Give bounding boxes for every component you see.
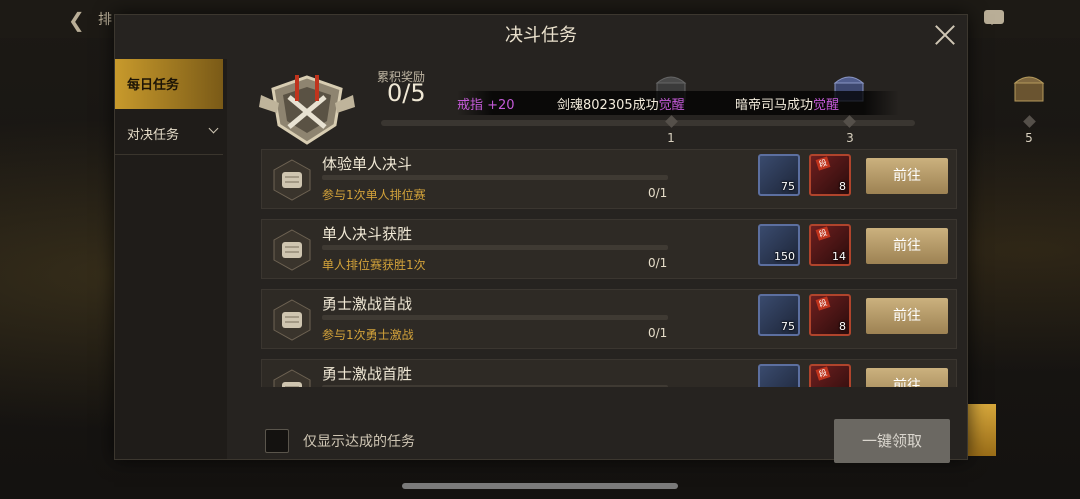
duel-emblem-icon <box>259 75 355 145</box>
achieved-only-checkbox[interactable] <box>265 429 289 453</box>
reward-crystal-icon[interactable]: 75 <box>758 154 800 196</box>
task-row: 体验单人决斗参与1次单人排位赛 0/1 75 段 8 前往 <box>261 149 957 209</box>
broadcast-text: 暗帝司马成功觉醒 <box>735 98 840 113</box>
tab-duel-label: 对决任务 <box>127 128 180 143</box>
broadcast-text: 剑魂802305成功觉醒 <box>557 98 685 113</box>
chevron-down-icon <box>208 123 219 134</box>
scroll-badge-icon <box>273 299 311 341</box>
task-name: 体验单人决斗 <box>322 155 413 173</box>
background-character-icon <box>88 396 116 436</box>
back-arrow-icon[interactable]: ❮ <box>68 8 85 32</box>
task-progress-bar <box>322 385 668 387</box>
scroll-badge-icon <box>273 159 311 201</box>
reward-crystal-icon[interactable]: 150 <box>758 224 800 266</box>
task-progress-bar <box>322 315 668 320</box>
task-progress-bar <box>322 175 668 180</box>
task-row: 勇士激战首战参与1次勇士激战 0/1 75 段 8 前往 <box>261 289 957 349</box>
reward-item-icon[interactable]: 段 <box>809 364 851 387</box>
reward-node-label: 3 <box>846 131 854 145</box>
reward-tag: 段 <box>815 296 831 311</box>
scroll-badge-icon <box>273 369 311 387</box>
task-progress-count: 0/1 <box>648 186 668 200</box>
go-button[interactable]: 前往 <box>866 368 948 387</box>
chest-icon[interactable] <box>1011 69 1047 105</box>
task-progress-bar <box>322 245 668 250</box>
reward-tag: 段 <box>815 156 831 171</box>
reward-item-icon[interactable]: 段8 <box>809 294 851 336</box>
task-description: 单人排位赛获胜1次 <box>322 258 426 272</box>
background-title: 排 <box>98 12 112 28</box>
task-description: 参与1次勇士激战 <box>322 328 414 342</box>
reward-item-icon[interactable]: 段8 <box>809 154 851 196</box>
task-name: 勇士激战首胜 <box>322 365 413 383</box>
dialog-title: 决斗任务 <box>505 25 577 46</box>
reward-tag: 段 <box>815 366 831 381</box>
reward-progress-track <box>381 120 915 126</box>
achieved-only-label: 仅显示达成的任务 <box>303 434 415 450</box>
reward-quantity: 8 <box>839 180 846 193</box>
system-broadcast-marquee: 戒指 +20 剑魂802305成功觉醒 暗帝司马成功觉醒 <box>457 91 899 115</box>
close-button[interactable] <box>933 23 957 47</box>
go-button[interactable]: 前往 <box>866 298 948 334</box>
scroll-badge-icon <box>273 229 311 271</box>
tab-duel-tasks[interactable]: 对决任务 <box>115 109 223 155</box>
home-indicator[interactable] <box>402 483 678 489</box>
reward-quantity: 14 <box>832 250 846 263</box>
task-description: 参与1次单人排位赛 <box>322 188 426 202</box>
reward-quantity: 8 <box>839 320 846 333</box>
go-button[interactable]: 前往 <box>866 158 948 194</box>
reward-node-label: 5 <box>1025 131 1033 145</box>
reward-item-icon[interactable]: 段 14 <box>809 224 851 266</box>
accumulated-reward-value: 0/5 <box>387 79 426 107</box>
go-button[interactable]: 前往 <box>866 228 948 264</box>
task-list[interactable]: 体验单人决斗 参与1次单人排位赛 0/1 75 段 8 前往 单人决斗获胜 单人排位赛获胜1次 0… <box>261 149 963 387</box>
tab-daily-tasks[interactable]: 每日任务 <box>115 59 223 109</box>
reward-quantity: 75 <box>781 180 795 193</box>
task-row: 勇士激战首胜 段 前往 <box>261 359 957 387</box>
claim-all-button[interactable]: 一键领取 <box>834 419 950 463</box>
task-progress-count: 0/1 <box>648 256 668 270</box>
task-row: 单人决斗获胜单人排位赛获胜1次 0/1 150 段 14 前往 <box>261 219 957 279</box>
task-name: 勇士激战首战 <box>322 295 413 313</box>
reward-quantity: 150 <box>774 250 795 263</box>
reward-node-label: 1 <box>667 131 675 145</box>
task-progress-count: 0/1 <box>648 326 668 340</box>
reward-quantity: 75 <box>781 320 795 333</box>
task-name: 单人决斗获胜 <box>322 225 413 243</box>
broadcast-text: 戒指 +20 <box>457 98 515 113</box>
reward-crystal-icon[interactable]: 75 <box>758 294 800 336</box>
reward-crystal-icon[interactable] <box>758 364 800 387</box>
reward-tag: 段 <box>815 226 831 241</box>
background-gold-panel <box>968 404 996 456</box>
duel-tasks-dialog: 决斗任务 每日任务 对决任务 累积奖励 0/5 1 3 5 戒指 +20 剑魂8… <box>114 14 1045 463</box>
chat-icon[interactable] <box>984 10 1004 25</box>
task-sidebar: 每日任务 对决任务 <box>115 59 227 459</box>
